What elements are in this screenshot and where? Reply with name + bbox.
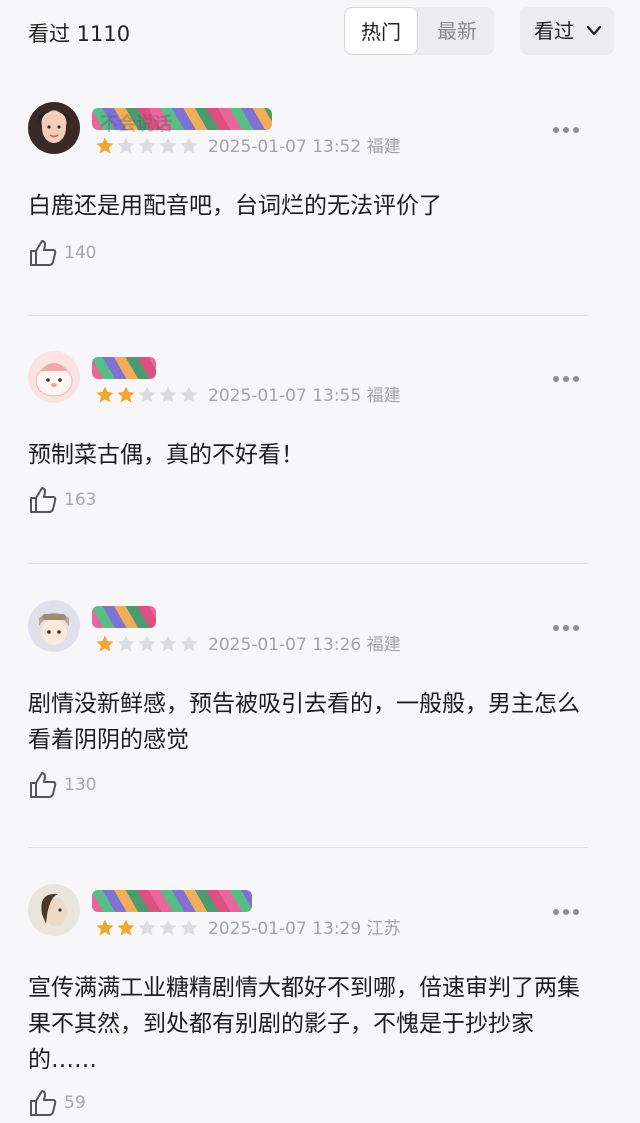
avatar[interactable] (28, 884, 80, 936)
header-bar: 看过 1110 热门 最新 看过 (0, 0, 640, 70)
seen-filter-label: 看过 (534, 19, 574, 43)
star-icon (158, 136, 178, 156)
avatar[interactable] (28, 351, 80, 403)
star-icon (116, 634, 136, 654)
username: 不会说话 (100, 114, 172, 135)
like-count: 140 (64, 243, 97, 263)
star-icon (158, 918, 178, 938)
star-icon (95, 385, 115, 405)
comment-meta: 2025-01-07 13:26 福建 (208, 634, 401, 656)
sort-segmented-control: 热门 最新 (344, 7, 494, 55)
comment-date: 2025-01-07 13:29 (208, 919, 362, 939)
star-icon (158, 634, 178, 654)
comment-text: 剧情没新鲜感，预告被吸引去看的，一般般，男主怎么看着阴阴的感觉 (28, 691, 580, 753)
star-icon (116, 385, 136, 405)
thumbs-up-icon (30, 240, 57, 266)
star-icon (179, 918, 199, 938)
thumbs-up-icon (30, 772, 57, 798)
comment-date: 2025-01-07 13:26 (208, 635, 362, 655)
username-obscured (92, 890, 252, 912)
tab-hot[interactable]: 热门 (344, 7, 418, 55)
divider (28, 847, 588, 848)
comment-meta: 2025-01-07 13:52 福建 (208, 136, 401, 158)
star-rating (95, 136, 200, 156)
star-icon (158, 385, 178, 405)
seen-count: 看过 1110 (28, 22, 131, 46)
more-icon[interactable] (552, 375, 580, 383)
star-icon (116, 136, 136, 156)
comment-location: 福建 (366, 137, 401, 157)
username-obscured (92, 606, 156, 628)
star-icon (95, 136, 115, 156)
star-icon (137, 136, 157, 156)
seen-filter-dropdown[interactable]: 看过 (520, 7, 614, 55)
thumbs-up-icon (30, 1090, 57, 1116)
star-icon (137, 385, 157, 405)
star-rating (95, 634, 200, 654)
star-icon (137, 918, 157, 938)
comment-date: 2025-01-07 13:55 (208, 386, 362, 406)
chevron-down-icon (586, 25, 602, 36)
comment-text: 宣传满满工业糖精剧情大都好不到哪，倍速审判了两集果不其然，到处都有别剧的影子，不… (28, 975, 580, 1073)
more-icon[interactable] (552, 624, 580, 632)
star-icon (179, 385, 199, 405)
more-icon[interactable] (552, 908, 580, 916)
divider (28, 563, 588, 564)
more-icon[interactable] (552, 126, 580, 134)
star-icon (95, 918, 115, 938)
thumbs-up-icon (30, 487, 57, 513)
comment-text: 预制菜古偶，真的不好看！ (28, 442, 304, 468)
star-rating (95, 918, 200, 938)
comment-location: 江苏 (366, 919, 401, 939)
star-icon (179, 136, 199, 156)
tab-latest[interactable]: 最新 (420, 7, 494, 55)
divider (28, 315, 588, 316)
avatar[interactable] (28, 600, 80, 652)
star-icon (137, 634, 157, 654)
comment-meta: 2025-01-07 13:29 江苏 (208, 918, 401, 940)
star-icon (95, 634, 115, 654)
avatar[interactable] (28, 102, 80, 154)
comment-location: 福建 (366, 635, 401, 655)
like-count: 130 (64, 775, 97, 795)
comment-date: 2025-01-07 13:52 (208, 137, 362, 157)
like-count: 59 (64, 1093, 86, 1113)
username-obscured (92, 357, 156, 379)
comment-text: 白鹿还是用配音吧，台词烂的无法评价了 (28, 193, 442, 219)
comment-location: 福建 (366, 386, 401, 406)
star-icon (179, 634, 199, 654)
like-count: 163 (64, 490, 97, 510)
comment-meta: 2025-01-07 13:55 福建 (208, 385, 401, 407)
star-rating (95, 385, 200, 405)
star-icon (116, 918, 136, 938)
